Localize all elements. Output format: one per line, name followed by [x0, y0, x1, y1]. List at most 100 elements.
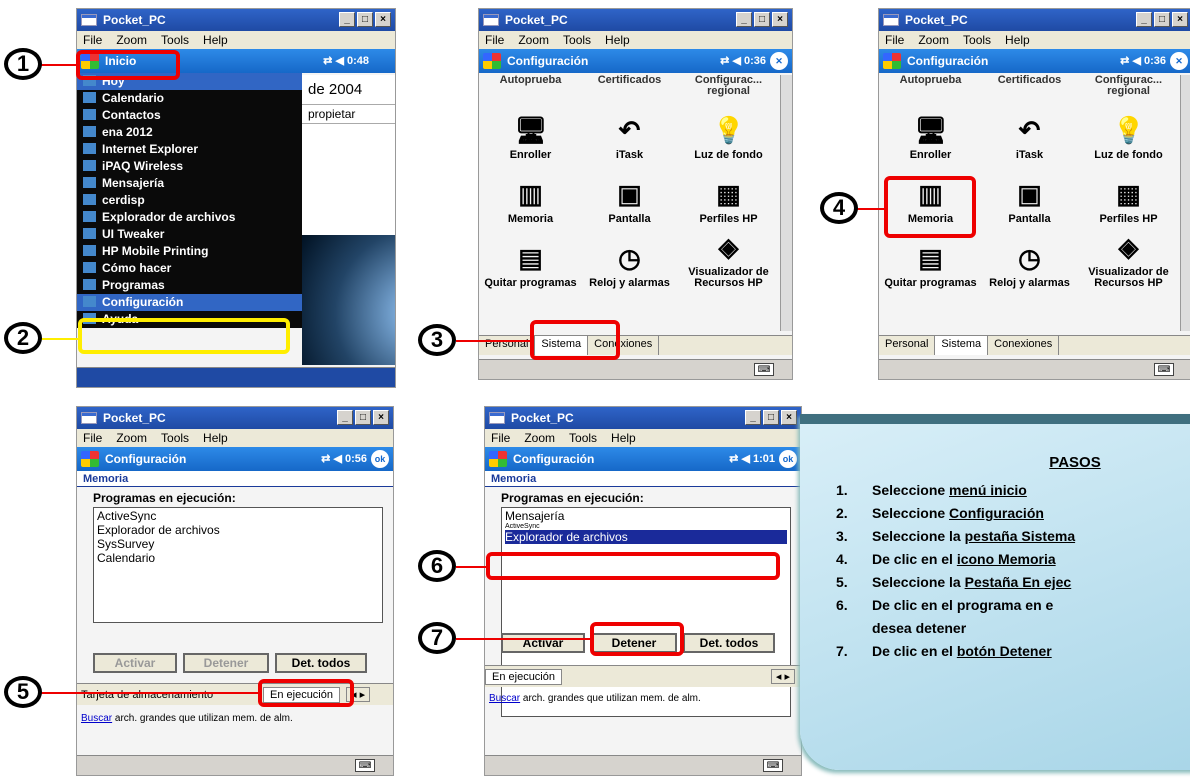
close-button[interactable]: × — [373, 410, 389, 425]
find-large-files-link[interactable]: Buscar arch. grandes que utilizan mem. d… — [489, 693, 701, 704]
start-menu-item[interactable]: ena 2012 — [77, 124, 302, 141]
menu-file[interactable]: File — [485, 33, 504, 47]
tab-personal[interactable]: Personal — [879, 336, 936, 355]
menu-help[interactable]: Help — [1005, 33, 1030, 47]
menu-tools[interactable]: Tools — [569, 431, 597, 445]
minimize-button[interactable]: _ — [736, 12, 752, 27]
settings-item-enroller[interactable]: 🖥 Enroller — [481, 101, 580, 165]
menu-tools[interactable]: Tools — [563, 33, 591, 47]
minimize-button[interactable]: _ — [1136, 12, 1152, 27]
menu-zoom[interactable]: Zoom — [116, 33, 147, 47]
menu-tools[interactable]: Tools — [963, 33, 991, 47]
tab-conexiones[interactable]: Conexiones — [988, 336, 1060, 355]
menu-file[interactable]: File — [83, 431, 102, 445]
settings-item-quitar[interactable]: ▤ Quitar programas — [881, 229, 980, 293]
list-item[interactable]: Mensajería — [505, 509, 787, 523]
list-item[interactable]: ActiveSync — [97, 509, 379, 523]
scrollbar[interactable] — [1180, 75, 1190, 331]
keyboard-icon[interactable]: ⌨ — [1154, 363, 1174, 376]
menu-zoom[interactable]: Zoom — [518, 33, 549, 47]
settings-item-perfiles[interactable]: ▦ Perfiles HP — [679, 165, 778, 229]
keyboard-icon[interactable]: ⌨ — [754, 363, 774, 376]
menu-help[interactable]: Help — [203, 431, 228, 445]
windows-flag-icon[interactable] — [489, 451, 507, 467]
close-x-button[interactable]: ✕ — [770, 52, 788, 70]
ok-button[interactable]: ok — [779, 450, 797, 468]
menu-help[interactable]: Help — [605, 33, 630, 47]
find-link-word[interactable]: Buscar — [489, 693, 520, 704]
settings-item-autoprueba[interactable]: Autoprueba — [481, 75, 580, 101]
stop-button[interactable]: Detener — [183, 653, 269, 673]
maximize-button[interactable]: □ — [754, 12, 770, 27]
close-button[interactable]: × — [1172, 12, 1188, 27]
maximize-button[interactable]: □ — [763, 410, 779, 425]
settings-item-luz[interactable]: 💡 Luz de fondo — [1079, 101, 1178, 165]
settings-item-reloj[interactable]: ◷ Reloj y alarmas — [980, 229, 1079, 293]
settings-item-certificados[interactable]: Certificados — [980, 75, 1079, 101]
start-menu-item[interactable]: UI Tweaker — [77, 226, 302, 243]
windows-flag-icon[interactable] — [81, 451, 99, 467]
close-button[interactable]: × — [375, 12, 391, 27]
start-menu-item[interactable]: HP Mobile Printing — [77, 243, 302, 260]
settings-item-itask[interactable]: ↶ iTask — [580, 101, 679, 165]
stop-all-button[interactable]: Det. todos — [683, 633, 775, 653]
minimize-button[interactable]: _ — [745, 410, 761, 425]
ok-button[interactable]: ok — [371, 450, 389, 468]
keyboard-icon[interactable]: ⌨ — [763, 759, 783, 772]
list-item[interactable]: ActiveSync — [505, 523, 787, 530]
list-item[interactable]: Explorador de archivos — [505, 530, 787, 544]
start-menu-item[interactable]: Programas — [77, 277, 302, 294]
close-button[interactable]: × — [772, 12, 788, 27]
menu-tools[interactable]: Tools — [161, 431, 189, 445]
scrollbar[interactable] — [780, 75, 792, 331]
start-menu-item[interactable]: iPAQ Wireless — [77, 158, 302, 175]
settings-item-quitar[interactable]: ▤ Quitar programas — [481, 229, 580, 293]
settings-item-configurac[interactable]: Configurac... regional — [679, 75, 778, 101]
maximize-button[interactable]: □ — [355, 410, 371, 425]
menu-zoom[interactable]: Zoom — [524, 431, 555, 445]
activate-button[interactable]: Activar — [93, 653, 177, 673]
start-menu-item[interactable]: Explorador de archivos — [77, 209, 302, 226]
settings-item-visualizador[interactable]: ◈ Visualizador de Recursos HP — [1079, 229, 1178, 293]
menu-zoom[interactable]: Zoom — [116, 431, 147, 445]
minimize-button[interactable]: _ — [339, 12, 355, 27]
list-item[interactable]: Explorador de archivos — [97, 523, 379, 537]
tab-storage[interactable]: Tarjeta de almacenamiento — [77, 689, 263, 701]
settings-item-pantalla[interactable]: ▣ Pantalla — [580, 165, 679, 229]
list-item[interactable]: SysSurvey — [97, 537, 379, 551]
stop-all-button[interactable]: Det. todos — [275, 653, 367, 673]
settings-item-itask[interactable]: ↶ iTask — [980, 101, 1079, 165]
windows-flag-icon[interactable] — [483, 53, 501, 69]
menu-file[interactable]: File — [885, 33, 904, 47]
start-menu-item[interactable]: Calendario — [77, 90, 302, 107]
menu-help[interactable]: Help — [611, 431, 636, 445]
settings-item-perfiles[interactable]: ▦ Perfiles HP — [1079, 165, 1178, 229]
start-menu-item[interactable]: Configuración — [77, 294, 302, 311]
find-large-files-link[interactable]: Buscar arch. grandes que utilizan mem. d… — [81, 713, 293, 724]
settings-item-autoprueba[interactable]: Autoprueba — [881, 75, 980, 101]
running-programs-list[interactable]: ActiveSync Explorador de archivos SysSurve… — [93, 507, 383, 623]
menu-zoom[interactable]: Zoom — [918, 33, 949, 47]
start-menu-item[interactable]: Contactos — [77, 107, 302, 124]
maximize-button[interactable]: □ — [1154, 12, 1170, 27]
settings-item-reloj[interactable]: ◷ Reloj y alarmas — [580, 229, 679, 293]
settings-item-visualizador[interactable]: ◈ Visualizador de Recursos HP — [679, 229, 778, 293]
maximize-button[interactable]: □ — [357, 12, 373, 27]
settings-item-memoria[interactable]: ▥ Memoria — [481, 165, 580, 229]
menu-help[interactable]: Help — [203, 33, 228, 47]
menu-file[interactable]: File — [491, 431, 510, 445]
settings-item-enroller[interactable]: 🖥 Enroller — [881, 101, 980, 165]
tab-sistema[interactable]: Sistema — [935, 336, 989, 355]
find-link-word[interactable]: Buscar — [81, 713, 112, 724]
keyboard-icon[interactable]: ⌨ — [355, 759, 375, 772]
close-button[interactable]: × — [781, 410, 797, 425]
tab-personal[interactable]: Personal — [479, 336, 536, 355]
minimize-button[interactable]: _ — [337, 410, 353, 425]
activate-button[interactable]: Activar — [501, 633, 585, 653]
menu-file[interactable]: File — [83, 33, 102, 47]
start-menu-item[interactable]: cerdisp — [77, 192, 302, 209]
start-menu-item[interactable]: Cómo hacer — [77, 260, 302, 277]
settings-item-certificados[interactable]: Certificados — [580, 75, 679, 101]
tab-scroll-arrows[interactable]: ◂ ▸ — [770, 669, 795, 684]
start-menu-item[interactable]: Mensajería — [77, 175, 302, 192]
